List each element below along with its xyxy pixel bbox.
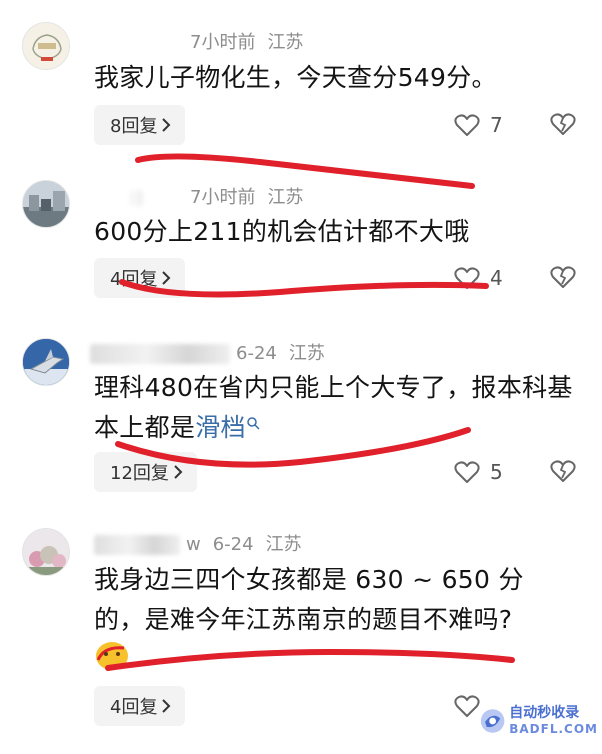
comment-actions: 4 <box>454 258 594 298</box>
chevron-right-icon <box>162 271 171 285</box>
user-avatar[interactable] <box>22 338 70 386</box>
replies-button[interactable]: 4回复 <box>94 258 186 298</box>
watermark-logo-icon <box>480 709 505 733</box>
annotation-stroke <box>105 648 515 671</box>
replies-button[interactable]: 4回复 <box>94 686 186 726</box>
username-blurred <box>90 344 230 364</box>
search-link[interactable]: 滑档 <box>195 413 246 442</box>
username-blurred <box>130 190 144 206</box>
watermark: 自动秒收录 BADFL.COM <box>480 696 598 746</box>
location: 江苏 <box>267 32 304 53</box>
annotation-stroke <box>135 153 475 189</box>
replies-count: 8回复 <box>110 116 158 137</box>
comment-text: 我家儿子物化生，今天查分549分。 <box>94 63 497 92</box>
user-avatar[interactable] <box>22 528 70 576</box>
like-button[interactable]: 7 <box>454 113 503 137</box>
comment-meta: 6-24 江苏 <box>90 339 325 365</box>
search-icon <box>247 417 260 430</box>
replies-count: 4回复 <box>110 697 158 718</box>
broken-heart-icon[interactable] <box>550 111 576 137</box>
user-avatar[interactable] <box>22 180 70 228</box>
heart-outline-icon <box>454 114 480 136</box>
heart-outline-icon <box>454 695 480 717</box>
like-count: 7 <box>490 113 503 137</box>
watermark-line2: BADFL.COM <box>509 722 598 736</box>
like-count: 5 <box>490 460 503 484</box>
timestamp: 7小时前 <box>190 187 256 208</box>
comment-meta: 7小时前 江苏 <box>130 183 303 209</box>
comment-actions: 5 <box>454 452 594 492</box>
chevron-right-icon <box>162 699 171 713</box>
broken-heart-icon[interactable] <box>550 264 576 290</box>
username-blurred <box>94 535 180 555</box>
broken-heart-icon[interactable] <box>550 458 576 484</box>
comment-meta: w 6-24 江苏 <box>94 530 302 556</box>
replies-button[interactable]: 12回复 <box>94 452 197 492</box>
like-button[interactable]: 4 <box>454 266 503 290</box>
location: 江苏 <box>265 534 302 555</box>
like-count: 4 <box>490 266 503 290</box>
timestamp: 6-24 <box>212 534 254 555</box>
timestamp: 7小时前 <box>190 32 256 53</box>
emoji-sticker <box>94 640 130 672</box>
comment-text: 我身边三四个女孩都是 630 ~ 650 分的，是难今年江苏南京的题目不难吗? <box>94 565 524 634</box>
chevron-right-icon <box>162 118 171 132</box>
heart-outline-icon <box>454 267 480 289</box>
location: 江苏 <box>288 343 325 364</box>
like-button[interactable]: 5 <box>454 460 503 484</box>
heart-outline-icon <box>454 461 480 483</box>
like-button[interactable] <box>454 694 480 718</box>
location: 江苏 <box>267 187 304 208</box>
replies-count: 4回复 <box>110 269 158 290</box>
chevron-right-icon <box>174 465 183 479</box>
comment-meta: 7小时前 江苏 <box>190 28 303 54</box>
comment-text-content: 理科480在省内只能上个大专了，报本科基本上都是 <box>94 373 573 442</box>
watermark-line1: 自动秒收录 <box>509 705 580 721</box>
user-avatar[interactable] <box>22 22 70 70</box>
timestamp: 6-24 <box>236 343 277 364</box>
watermark-text: 自动秒收录 BADFL.COM <box>509 705 598 737</box>
comment-actions: 7 <box>454 105 594 145</box>
replies-count: 12回复 <box>110 463 169 484</box>
comment-text: 600分上211的机会估计都不大哦 <box>94 217 470 246</box>
username: w <box>186 534 201 555</box>
comment-text: 理科480在省内只能上个大专了，报本科基本上都是滑档 <box>94 368 574 448</box>
replies-button[interactable]: 8回复 <box>94 105 186 145</box>
